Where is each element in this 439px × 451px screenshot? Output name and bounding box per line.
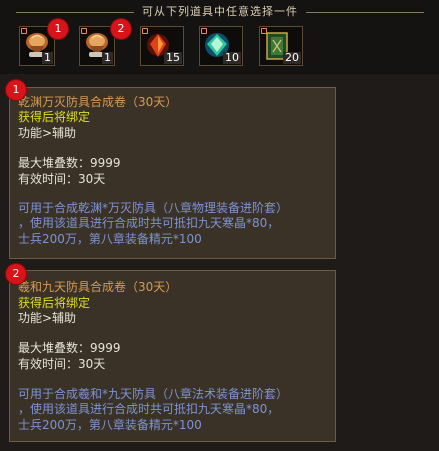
- panel-header: 可从下列道具中任意选择一件: [16, 4, 424, 20]
- item-function: 功能>辅助: [18, 126, 77, 140]
- card-badge-1: 1: [6, 80, 26, 100]
- item-count: 20: [283, 51, 301, 64]
- item-count: 10: [223, 51, 241, 64]
- slot-badge-2: 2: [111, 19, 131, 39]
- item-name: 羲和九天防具合成卷（30天）: [18, 280, 178, 294]
- item-description-line-1: 可用于合成乾渊*万灭防具（八章物理装备进阶套）: [18, 201, 289, 215]
- item-slot-3[interactable]: 15: [140, 26, 184, 66]
- header-divider-right: [306, 12, 424, 13]
- item-description-line-3: 士兵200万，第八章装备精元*100: [18, 418, 202, 432]
- max-stack: 最大堆叠数：9999: [18, 341, 121, 355]
- bind-notice: 获得后将绑定: [18, 296, 91, 310]
- slot-badge-1: 1: [48, 19, 68, 39]
- bind-notice: 获得后将绑定: [18, 110, 91, 124]
- item-slot-5[interactable]: 20: [259, 26, 303, 66]
- item-count: 1: [102, 51, 113, 64]
- item-count: 15: [164, 51, 182, 64]
- valid-duration: 有效时间：30天: [18, 357, 106, 371]
- item-description-line-1: 可用于合成羲和*九天防具（八章法术装备进阶套）: [18, 387, 289, 401]
- item-name: 乾渊万灭防具合成卷（30天）: [18, 95, 178, 109]
- reward-selection-panel: 可从下列道具中任意选择一件 1 1 1 2 15 10 20: [0, 0, 439, 74]
- item-count: 1: [42, 51, 53, 64]
- item-description-line-3: 士兵200万，第八章装备精元*100: [18, 232, 202, 246]
- item-description-line-2: ，使用该道具进行合成时共可抵扣九天寒晶*80，: [18, 216, 280, 230]
- item-description-line-2: ，使用该道具进行合成时共可抵扣九天寒晶*80，: [18, 402, 280, 416]
- item-slot-4[interactable]: 10: [199, 26, 243, 66]
- item-tooltip-2: 羲和九天防具合成卷（30天） 获得后将绑定 功能>辅助 最大堆叠数：9999 有…: [9, 270, 336, 442]
- max-stack: 最大堆叠数：9999: [18, 156, 121, 170]
- item-tooltip-1: 乾渊万灭防具合成卷（30天） 获得后将绑定 功能>辅助 最大堆叠数：9999 有…: [9, 87, 336, 259]
- valid-duration: 有效时间：30天: [18, 172, 106, 186]
- card-badge-2: 2: [6, 264, 26, 284]
- item-function: 功能>辅助: [18, 311, 77, 325]
- item-slot-2[interactable]: 1: [79, 26, 115, 66]
